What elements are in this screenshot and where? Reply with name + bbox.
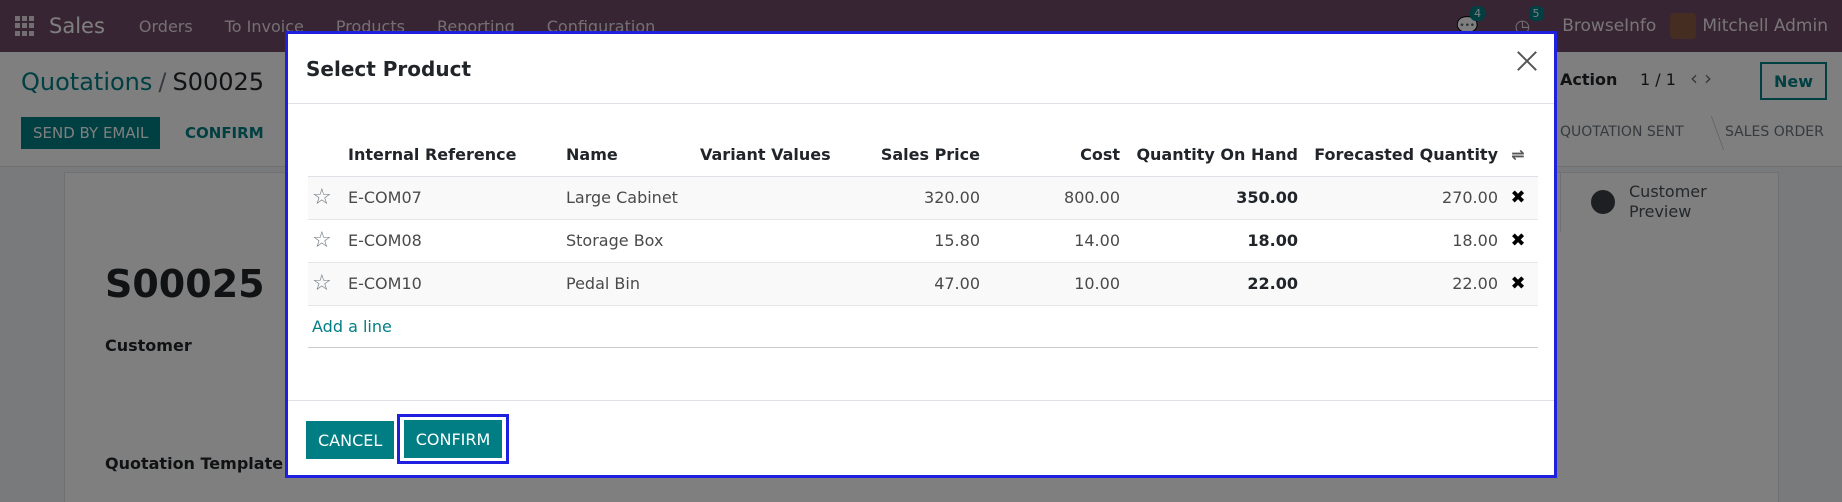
cell-internal-reference: E-COM10 bbox=[348, 262, 566, 306]
cell-name: Pedal Bin bbox=[566, 262, 700, 306]
cell-variant-values bbox=[700, 219, 840, 263]
column-internal-reference[interactable]: Internal Reference bbox=[348, 134, 566, 177]
cell-variant-values bbox=[700, 262, 840, 306]
star-icon[interactable]: ☆ bbox=[308, 262, 348, 306]
cell-sales-price: 15.80 bbox=[840, 219, 980, 263]
modal-header: Select Product bbox=[288, 34, 1554, 104]
delete-row-icon[interactable]: ✖ bbox=[1498, 176, 1538, 220]
confirm-button[interactable]: CONFIRM bbox=[403, 420, 503, 458]
favorite-column-header bbox=[308, 134, 348, 177]
add-a-line-link[interactable]: Add a line bbox=[308, 317, 392, 336]
cell-forecasted-quantity: 22.00 bbox=[1298, 262, 1498, 306]
cell-sales-price: 47.00 bbox=[840, 262, 980, 306]
table-header-row: Internal Reference Name Variant Values S… bbox=[308, 134, 1538, 177]
cell-cost: 10.00 bbox=[980, 262, 1120, 306]
add-line-row: Add a line bbox=[308, 305, 1538, 348]
cell-cost: 800.00 bbox=[980, 176, 1120, 220]
cell-quantity-on-hand: 350.00 bbox=[1120, 176, 1298, 220]
cell-forecasted-quantity: 18.00 bbox=[1298, 219, 1498, 263]
product-table: Internal Reference Name Variant Values S… bbox=[308, 134, 1538, 348]
table-row[interactable]: ☆ E-COM07 Large Cabinet 320.00 800.00 35… bbox=[308, 176, 1538, 220]
cancel-button[interactable]: CANCEL bbox=[306, 421, 395, 459]
cell-sales-price: 320.00 bbox=[840, 176, 980, 220]
cell-name: Large Cabinet bbox=[566, 176, 700, 220]
table-row[interactable]: ☆ E-COM10 Pedal Bin 47.00 10.00 22.00 22… bbox=[308, 262, 1538, 306]
column-quantity-on-hand[interactable]: Quantity On Hand bbox=[1120, 134, 1298, 177]
column-name[interactable]: Name bbox=[566, 134, 700, 177]
column-variant-values[interactable]: Variant Values bbox=[700, 134, 840, 177]
modal-footer: CANCEL CONFIRM bbox=[288, 400, 1554, 478]
optional-columns-icon[interactable]: ⇌ bbox=[1498, 134, 1538, 177]
cell-quantity-on-hand: 22.00 bbox=[1120, 262, 1298, 306]
table-row[interactable]: ☆ E-COM08 Storage Box 15.80 14.00 18.00 … bbox=[308, 219, 1538, 263]
confirm-button-highlight: CONFIRM bbox=[397, 414, 509, 464]
delete-row-icon[interactable]: ✖ bbox=[1498, 262, 1538, 306]
cell-forecasted-quantity: 270.00 bbox=[1298, 176, 1498, 220]
cell-variant-values bbox=[700, 176, 840, 220]
column-cost[interactable]: Cost bbox=[980, 134, 1120, 177]
star-icon[interactable]: ☆ bbox=[308, 219, 348, 263]
modal-title: Select Product bbox=[306, 56, 471, 81]
column-sales-price[interactable]: Sales Price bbox=[840, 134, 980, 177]
cell-name: Storage Box bbox=[566, 219, 700, 263]
close-icon[interactable] bbox=[1514, 48, 1540, 74]
cell-quantity-on-hand: 18.00 bbox=[1120, 219, 1298, 263]
cell-internal-reference: E-COM08 bbox=[348, 219, 566, 263]
delete-row-icon[interactable]: ✖ bbox=[1498, 219, 1538, 263]
column-forecasted-quantity[interactable]: Forecasted Quantity bbox=[1298, 134, 1498, 177]
cell-internal-reference: E-COM07 bbox=[348, 176, 566, 220]
star-icon[interactable]: ☆ bbox=[308, 176, 348, 220]
select-product-dialog: Select Product Internal Reference Name V… bbox=[285, 31, 1557, 478]
cell-cost: 14.00 bbox=[980, 219, 1120, 263]
